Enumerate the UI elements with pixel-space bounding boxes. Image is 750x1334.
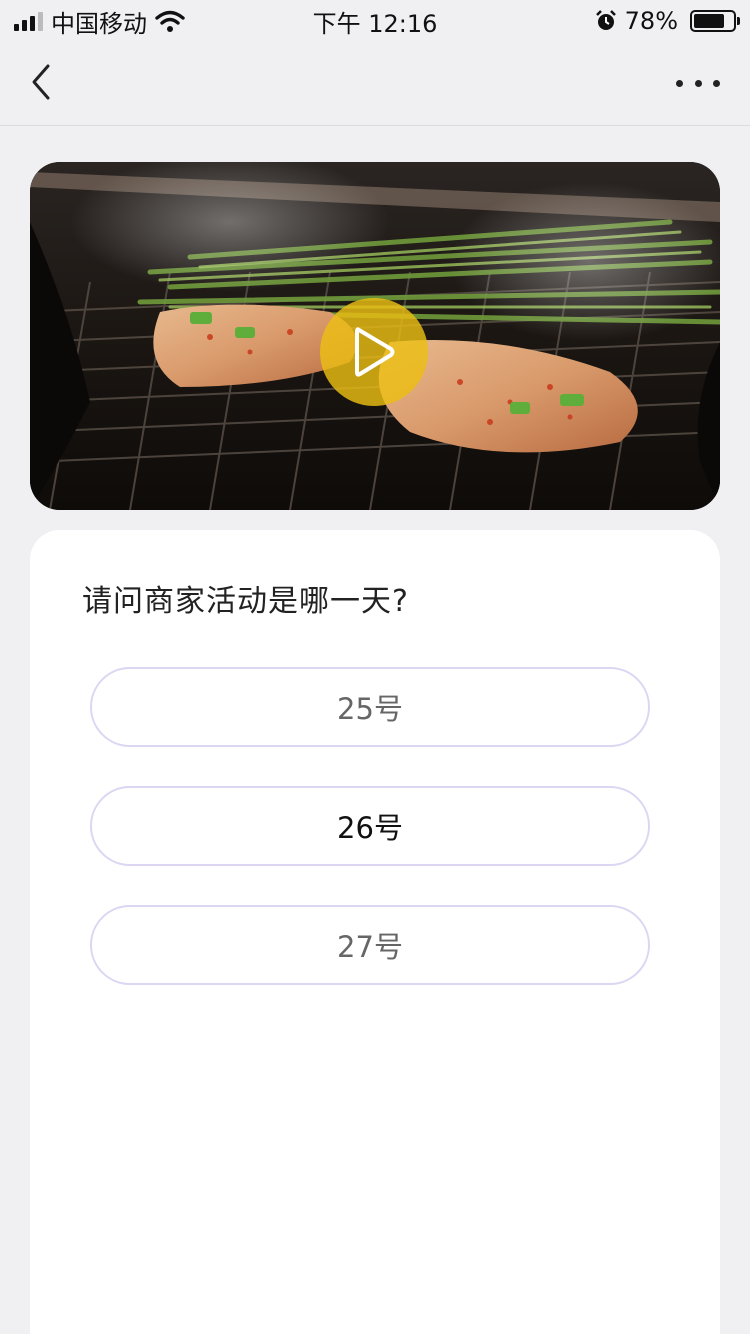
option-27[interactable]: 27号 — [90, 905, 650, 985]
status-bar: 中国移动 下午 12:16 78% — [0, 0, 750, 42]
option-label: 26号 — [337, 811, 403, 845]
carrier-label: 中国移动 — [51, 9, 147, 38]
question-text: 请问商家活动是哪一天? — [82, 584, 409, 619]
option-25[interactable]: 25号 — [90, 667, 650, 747]
status-right: 78% — [595, 7, 740, 35]
wifi-icon — [155, 10, 185, 32]
nav-bar — [0, 42, 750, 126]
alarm-icon — [595, 10, 616, 30]
chevron-left-icon — [32, 64, 50, 100]
quiz-card: 请问商家活动是哪一天? 25号 26号 27号 — [30, 530, 720, 1334]
battery-percent: 78% — [624, 7, 678, 35]
play-icon — [355, 327, 395, 377]
status-left: 中国移动 — [14, 4, 185, 39]
option-label: 25号 — [337, 692, 403, 726]
signal-icon — [14, 11, 43, 31]
video-player[interactable] — [30, 162, 720, 510]
back-button[interactable] — [22, 60, 62, 104]
more-dots-icon — [676, 79, 683, 87]
more-button[interactable] — [676, 70, 720, 96]
battery-icon — [690, 10, 740, 32]
play-button[interactable] — [320, 298, 428, 406]
option-26[interactable]: 26号 — [90, 786, 650, 866]
option-label: 27号 — [337, 930, 403, 964]
